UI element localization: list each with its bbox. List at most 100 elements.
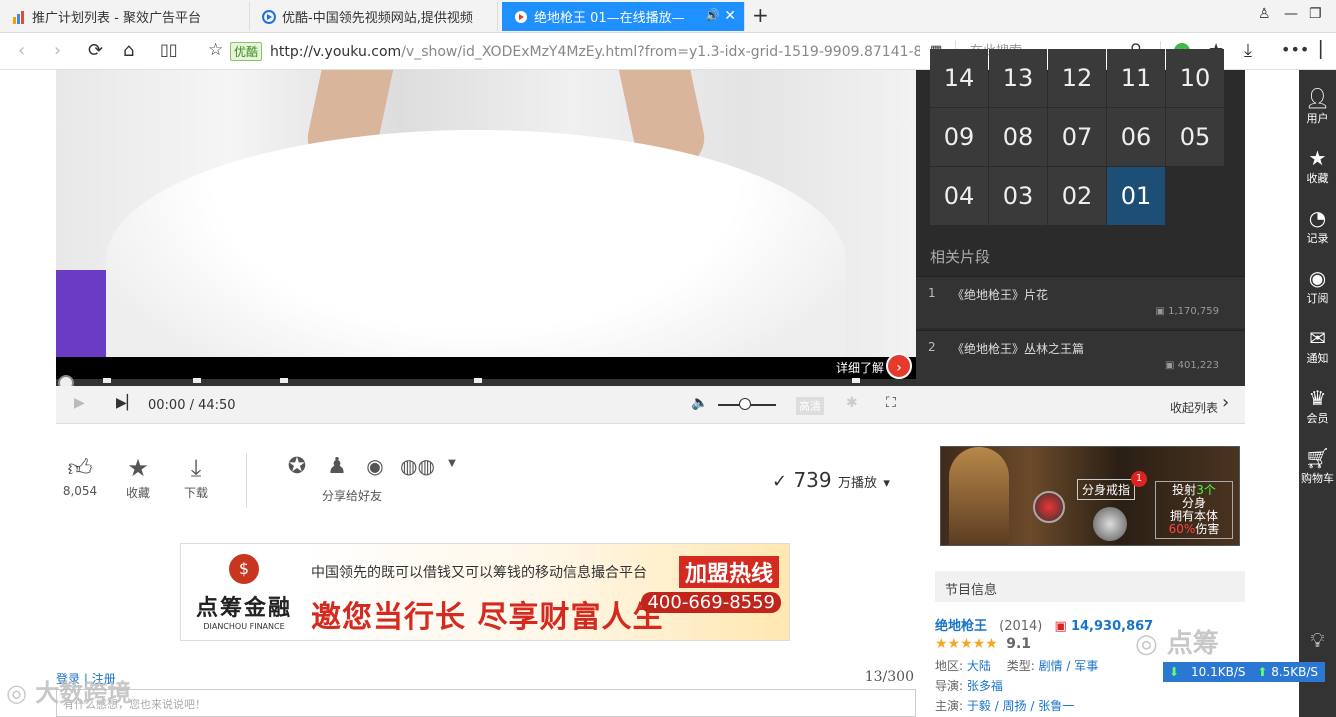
volume-handle[interactable] (739, 398, 751, 410)
fullscreen-icon[interactable]: ⛶ (886, 395, 896, 411)
episode-item[interactable]: 06 (1107, 108, 1165, 166)
tab-title: 优酷-中国领先视频网站,提供视频 (282, 11, 473, 26)
share-more-arrow-icon[interactable]: ▼ (446, 458, 458, 469)
bookmark-star-icon[interactable]: ☆ (208, 40, 223, 60)
url-text[interactable]: http://v.youku.com/v_show/id_XODExMzY4Mz… (270, 44, 920, 60)
youku-icon (514, 10, 528, 24)
episode-item[interactable]: 10 (1166, 49, 1224, 107)
youku-icon (262, 9, 276, 24)
episode-item[interactable]: 07 (1048, 108, 1106, 166)
new-tab-button[interactable]: + (752, 3, 769, 27)
video-player[interactable] (56, 70, 916, 357)
reading-mode-icon[interactable]: ▯▯ (160, 40, 178, 59)
maximize-button[interactable]: ❐ (1309, 6, 1322, 22)
episode-item[interactable]: 02 (1048, 167, 1106, 225)
sidebar-item[interactable]: ◔ 记录 (1299, 206, 1336, 246)
related-views: ▣ 1,170,759 (1155, 306, 1219, 317)
sidebar-item[interactable]: ♛ 会员 (1299, 386, 1336, 426)
director-row: 导演: 张多福 (935, 679, 1003, 693)
down-arrow-icon: ⬇ (1169, 665, 1180, 679)
program-title-link[interactable]: 绝地枪王 (935, 619, 987, 634)
share-qq-icon[interactable]: ♟ (324, 454, 350, 484)
lightbulb-icon[interactable]: 💡︎ (1299, 628, 1336, 652)
more-menu-icon[interactable]: ••• (1281, 40, 1309, 59)
game-ad[interactable]: 分身戒指 1 投射3个 分身 拥有本体 60%伤害 (940, 446, 1240, 546)
up-arrow-icon: ⬆ (1257, 665, 1268, 679)
like-button[interactable]: 👍︎ 8,054 (62, 454, 98, 498)
related-item[interactable]: 1 《绝地枪王》片花 ▣ 1,170,759 (916, 276, 1245, 328)
episode-item[interactable]: 05 (1166, 108, 1224, 166)
sidebar-item[interactable]: ★ 收藏 (1299, 146, 1336, 186)
user-icon[interactable]: ♙ (1258, 6, 1271, 22)
ad-hotline-label: 加盟热线 (678, 556, 779, 588)
ring-icon (1093, 507, 1127, 541)
related-title-text[interactable]: 《绝地枪王》丛林之王篇 (952, 340, 1084, 357)
upload-speed: 8.5KB/S (1271, 665, 1319, 679)
download-button[interactable]: ⤓ 下载 (178, 454, 214, 501)
related-item[interactable]: 2 《绝地枪王》丛林之王篇 ▣ 401,223 (916, 330, 1245, 382)
area-link[interactable]: 大陆 (967, 659, 991, 673)
tab-ad-platform[interactable]: 推广计划列表 - 聚效广告平台 (0, 2, 250, 31)
episode-item[interactable]: 09 (930, 108, 988, 166)
cart-icon: 🛒︎ (1304, 446, 1331, 470)
address-bar[interactable]: 优酷 http://v.youku.com/v_show/id_XODExMzY… (230, 38, 950, 65)
next-icon[interactable]: ▶▏ (116, 395, 138, 411)
episode-item[interactable]: 14 (930, 49, 988, 107)
more-info-link[interactable]: 详细了解 (836, 359, 884, 376)
related-title-text[interactable]: 《绝地枪王》片花 (952, 286, 1048, 303)
home-button[interactable]: ⌂ (123, 40, 134, 61)
sidebar-item[interactable]: ✉ 通知 (1299, 326, 1336, 366)
sidebar-item[interactable]: 🛒︎ 购物车 (1299, 446, 1336, 486)
tab-current-video[interactable]: 绝地枪王 01—在线播放— 🔊 ✕ (502, 2, 745, 31)
chevron-right-icon[interactable]: › (1222, 392, 1229, 413)
sidebar-label: 通知 (1306, 352, 1329, 365)
share-wechat-icon[interactable]: ◍◍ (400, 454, 435, 484)
cast-link[interactable]: 于毅 / 周扬 / 张鲁一 (967, 699, 1074, 713)
share-weibo-icon[interactable]: ◉ (361, 454, 389, 484)
settings-icon[interactable]: ✱ (846, 395, 858, 411)
game-character (949, 447, 1009, 545)
episode-item[interactable]: 11 (1107, 49, 1165, 107)
episode-item[interactable]: 12 (1048, 49, 1106, 107)
sidebar-label: 订阅 (1306, 292, 1329, 305)
game-ad-button: 分身戒指 (1077, 479, 1136, 500)
sidebar-item[interactable]: 👤︎ 用户 (1299, 86, 1336, 126)
sidebar-item[interactable]: ◉ 订阅 (1299, 266, 1336, 306)
tab-title: 绝地枪王 01—在线播放— (534, 11, 685, 26)
comment-area: 登录 | 注册 13/300 有什么感想，您也来说说吧！ (56, 667, 916, 717)
arrow-right-icon[interactable]: › (886, 353, 912, 379)
episode-item[interactable]: 08 (989, 108, 1047, 166)
reload-button[interactable]: ⟳ (88, 40, 103, 61)
close-tab-icon[interactable]: ✕ (724, 8, 736, 24)
episode-item[interactable]: 04 (930, 167, 988, 225)
game-ad-text: 投射3个 分身 拥有本体 60%伤害 (1155, 481, 1233, 539)
plays-dropdown-icon[interactable]: ▾ (883, 476, 890, 491)
right-sidebar: 👤︎ 用户 ★ 收藏 ◔ 记录 ◉ 订阅 ✉ 通知 ♛ 会员 🛒︎ 购物车 💡︎ (1299, 70, 1336, 717)
quality-button[interactable]: 高清 (796, 397, 824, 415)
director-link[interactable]: 张多福 (967, 679, 1003, 693)
collapse-list-button[interactable]: 收起列表 (1170, 399, 1218, 416)
share-qzone-icon[interactable]: ✪ (284, 454, 310, 484)
back-button[interactable]: ‹ (18, 40, 25, 61)
play-icon[interactable]: ▶ (74, 395, 85, 411)
sound-icon[interactable]: 🔊 (705, 8, 720, 22)
forward-button[interactable]: › (54, 40, 61, 61)
sidebar-toggle-icon[interactable]: ▏ (1320, 40, 1332, 59)
wechat-watermark-icon: ◎ (1135, 629, 1167, 659)
favorite-icon: ★ (1308, 146, 1327, 170)
tab-youku-home[interactable]: 优酷-中国领先视频网站,提供视频 (250, 2, 498, 31)
episode-item[interactable]: 03 (989, 167, 1047, 225)
volume-icon[interactable]: 🔈 (691, 395, 708, 411)
minimize-button[interactable]: — (1284, 6, 1298, 22)
related-views: ▣ 401,223 (1165, 360, 1219, 371)
comment-input[interactable]: 有什么感想，您也来说说吧！ (56, 689, 916, 717)
ad-phone: 400-669-8559 (641, 592, 781, 613)
episode-item[interactable]: 13 (989, 49, 1047, 107)
download-icon[interactable]: ⤓ (1244, 40, 1252, 61)
favorite-button[interactable]: ★ 收藏 (120, 454, 156, 501)
ad-banner[interactable]: $ 点筹金融 DIANCHOU FINANCE 中国领先的既可以借钱又可以筹钱的… (180, 543, 790, 641)
episode-item[interactable]: 01 (1107, 167, 1165, 225)
type-link[interactable]: 剧情 / 军事 (1039, 659, 1099, 673)
download-speed: 10.1KB/S (1191, 665, 1246, 679)
wechat-watermark-icon: ◎ (6, 679, 36, 707)
